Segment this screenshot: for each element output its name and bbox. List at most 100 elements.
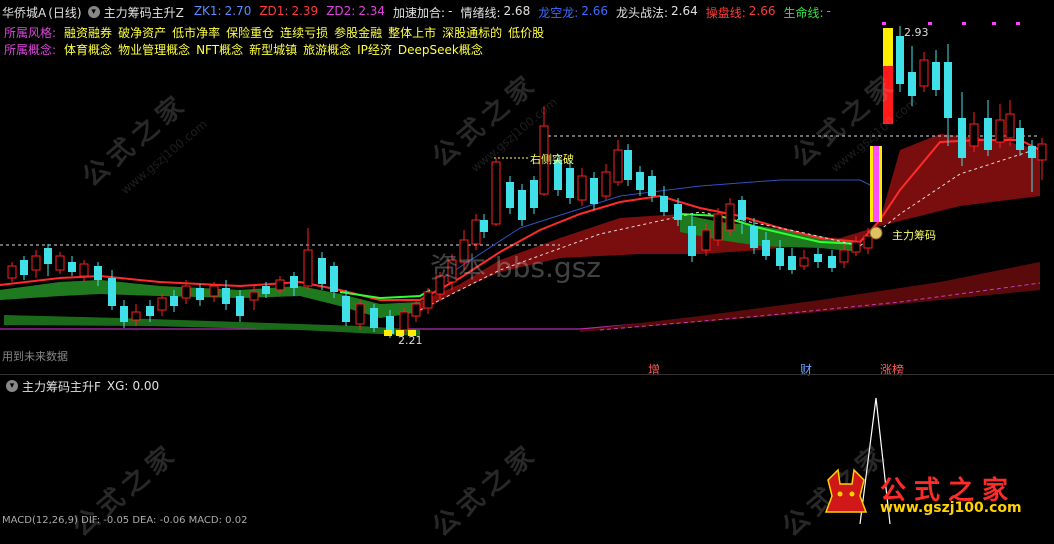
candle-body[interactable] — [146, 306, 154, 316]
chip-bar-yellow — [883, 28, 893, 66]
candle-body[interactable] — [624, 150, 632, 180]
candle-body[interactable] — [370, 308, 378, 328]
mid-watermark: 资本 bbs.gsz — [430, 251, 601, 284]
candle-body[interactable] — [701, 229, 711, 251]
candle-body[interactable] — [932, 62, 940, 90]
candle-body[interactable] — [262, 286, 270, 294]
candle-body[interactable] — [411, 303, 421, 317]
candle-body[interactable] — [1037, 143, 1047, 161]
candle-body[interactable] — [1005, 113, 1015, 139]
candle-body[interactable] — [20, 260, 28, 275]
candle-body[interactable] — [157, 297, 167, 311]
candle-body[interactable] — [79, 263, 89, 277]
ma-green-line — [339, 289, 431, 300]
candle-body[interactable] — [480, 220, 488, 232]
candle-body[interactable] — [530, 180, 538, 208]
candle-body[interactable] — [919, 59, 929, 87]
candle-body[interactable] — [31, 255, 41, 271]
candle-body[interactable] — [839, 249, 849, 263]
macd-info-bar: MACD(12,26,9) DIF: -0.05 DEA: -0.06 MACD… — [0, 514, 247, 526]
bull-logo-icon — [824, 468, 868, 513]
candle-body[interactable] — [660, 196, 668, 212]
candle-body[interactable] — [776, 248, 784, 266]
event-marker-finance[interactable]: 财 — [800, 361, 812, 378]
candle-body[interactable] — [44, 248, 52, 264]
sub-indicator-bar: ▾ 主力筹码主升F XG: 0.00 — [0, 378, 159, 394]
candle-body[interactable] — [209, 285, 219, 297]
candle-body[interactable] — [491, 161, 501, 225]
candle-body[interactable] — [958, 118, 966, 158]
candle-body[interactable] — [275, 279, 285, 291]
candle-body[interactable] — [506, 182, 514, 208]
breakout-annotation: 右侧突破 — [530, 153, 574, 166]
candle-body[interactable] — [828, 256, 836, 268]
candle-body[interactable] — [788, 256, 796, 270]
candle-body[interactable] — [249, 291, 259, 301]
candle-body[interactable] — [648, 176, 656, 196]
candle-body[interactable] — [762, 240, 770, 256]
candle-body[interactable] — [222, 288, 230, 304]
candle-body[interactable] — [355, 303, 365, 325]
candle-body[interactable] — [601, 171, 611, 197]
candle-body[interactable] — [1028, 146, 1036, 158]
candle-body[interactable] — [94, 266, 102, 280]
candle-body[interactable] — [590, 178, 598, 204]
future-data-notice: 用到未来数据 — [2, 350, 68, 363]
candle-body[interactable] — [713, 213, 723, 241]
candle-body[interactable] — [342, 296, 350, 322]
high-price-label: 2.93 — [904, 26, 929, 39]
candle-body[interactable] — [55, 255, 65, 271]
candle-body[interactable] — [196, 288, 204, 300]
candle-body[interactable] — [944, 62, 952, 118]
candle-body[interactable] — [750, 226, 758, 248]
candle-body[interactable] — [330, 266, 338, 292]
candle-body[interactable] — [636, 172, 644, 190]
candle-body[interactable] — [131, 311, 141, 321]
chip-signal-magenta — [873, 146, 879, 222]
candle-body[interactable] — [566, 168, 574, 198]
candle-body[interactable] — [399, 311, 409, 331]
candle-body[interactable] — [969, 123, 979, 147]
candle-body[interactable] — [738, 200, 746, 220]
candle-body[interactable] — [471, 219, 481, 245]
candle-body[interactable] — [814, 254, 822, 262]
candle-body[interactable] — [908, 72, 916, 96]
candle-body[interactable] — [318, 258, 326, 284]
logo-url: www.gszj100.com — [880, 500, 1022, 516]
chart-divider — [0, 374, 1054, 375]
candle-body[interactable] — [851, 241, 861, 253]
candle-body[interactable] — [863, 235, 873, 249]
candle-body[interactable] — [1016, 128, 1024, 150]
candle-body[interactable] — [170, 296, 178, 306]
candle-body[interactable] — [68, 262, 76, 272]
event-marker-increase[interactable]: 增 — [648, 361, 660, 378]
candle-body[interactable] — [236, 296, 244, 316]
candle-body[interactable] — [799, 257, 809, 267]
candle-body[interactable] — [303, 249, 313, 287]
candle-body[interactable] — [120, 306, 128, 322]
candle-body[interactable] — [7, 265, 17, 279]
candle-body[interactable] — [984, 118, 992, 150]
candle-body[interactable] — [725, 203, 735, 231]
candle-body[interactable] — [674, 204, 682, 220]
chevron-down-icon[interactable]: ▾ — [6, 380, 18, 392]
event-marker-toplist[interactable]: 涨榜 — [880, 361, 904, 378]
candle-body[interactable] — [577, 175, 587, 201]
candle-body[interactable] — [613, 149, 623, 183]
candle-body[interactable] — [423, 291, 433, 309]
xg-value: 0.00 — [132, 379, 160, 393]
chip-coin-icon — [869, 226, 883, 240]
dark-ribbon-bottom — [580, 262, 1040, 332]
chip-annotation: 主力筹码 — [892, 229, 936, 242]
candle-body[interactable] — [896, 36, 904, 84]
candle-body[interactable] — [518, 190, 526, 220]
candle-body[interactable] — [108, 278, 116, 306]
magenta-dots — [882, 22, 1020, 25]
candle-body[interactable] — [290, 276, 298, 288]
candle-body[interactable] — [181, 285, 191, 299]
xg-label: XG: — [106, 379, 129, 393]
candle-body[interactable] — [688, 226, 696, 256]
chip-bar-red — [883, 66, 893, 124]
sub-indicator-title[interactable]: 主力筹码主升F — [22, 378, 101, 395]
candle-body[interactable] — [995, 119, 1005, 143]
